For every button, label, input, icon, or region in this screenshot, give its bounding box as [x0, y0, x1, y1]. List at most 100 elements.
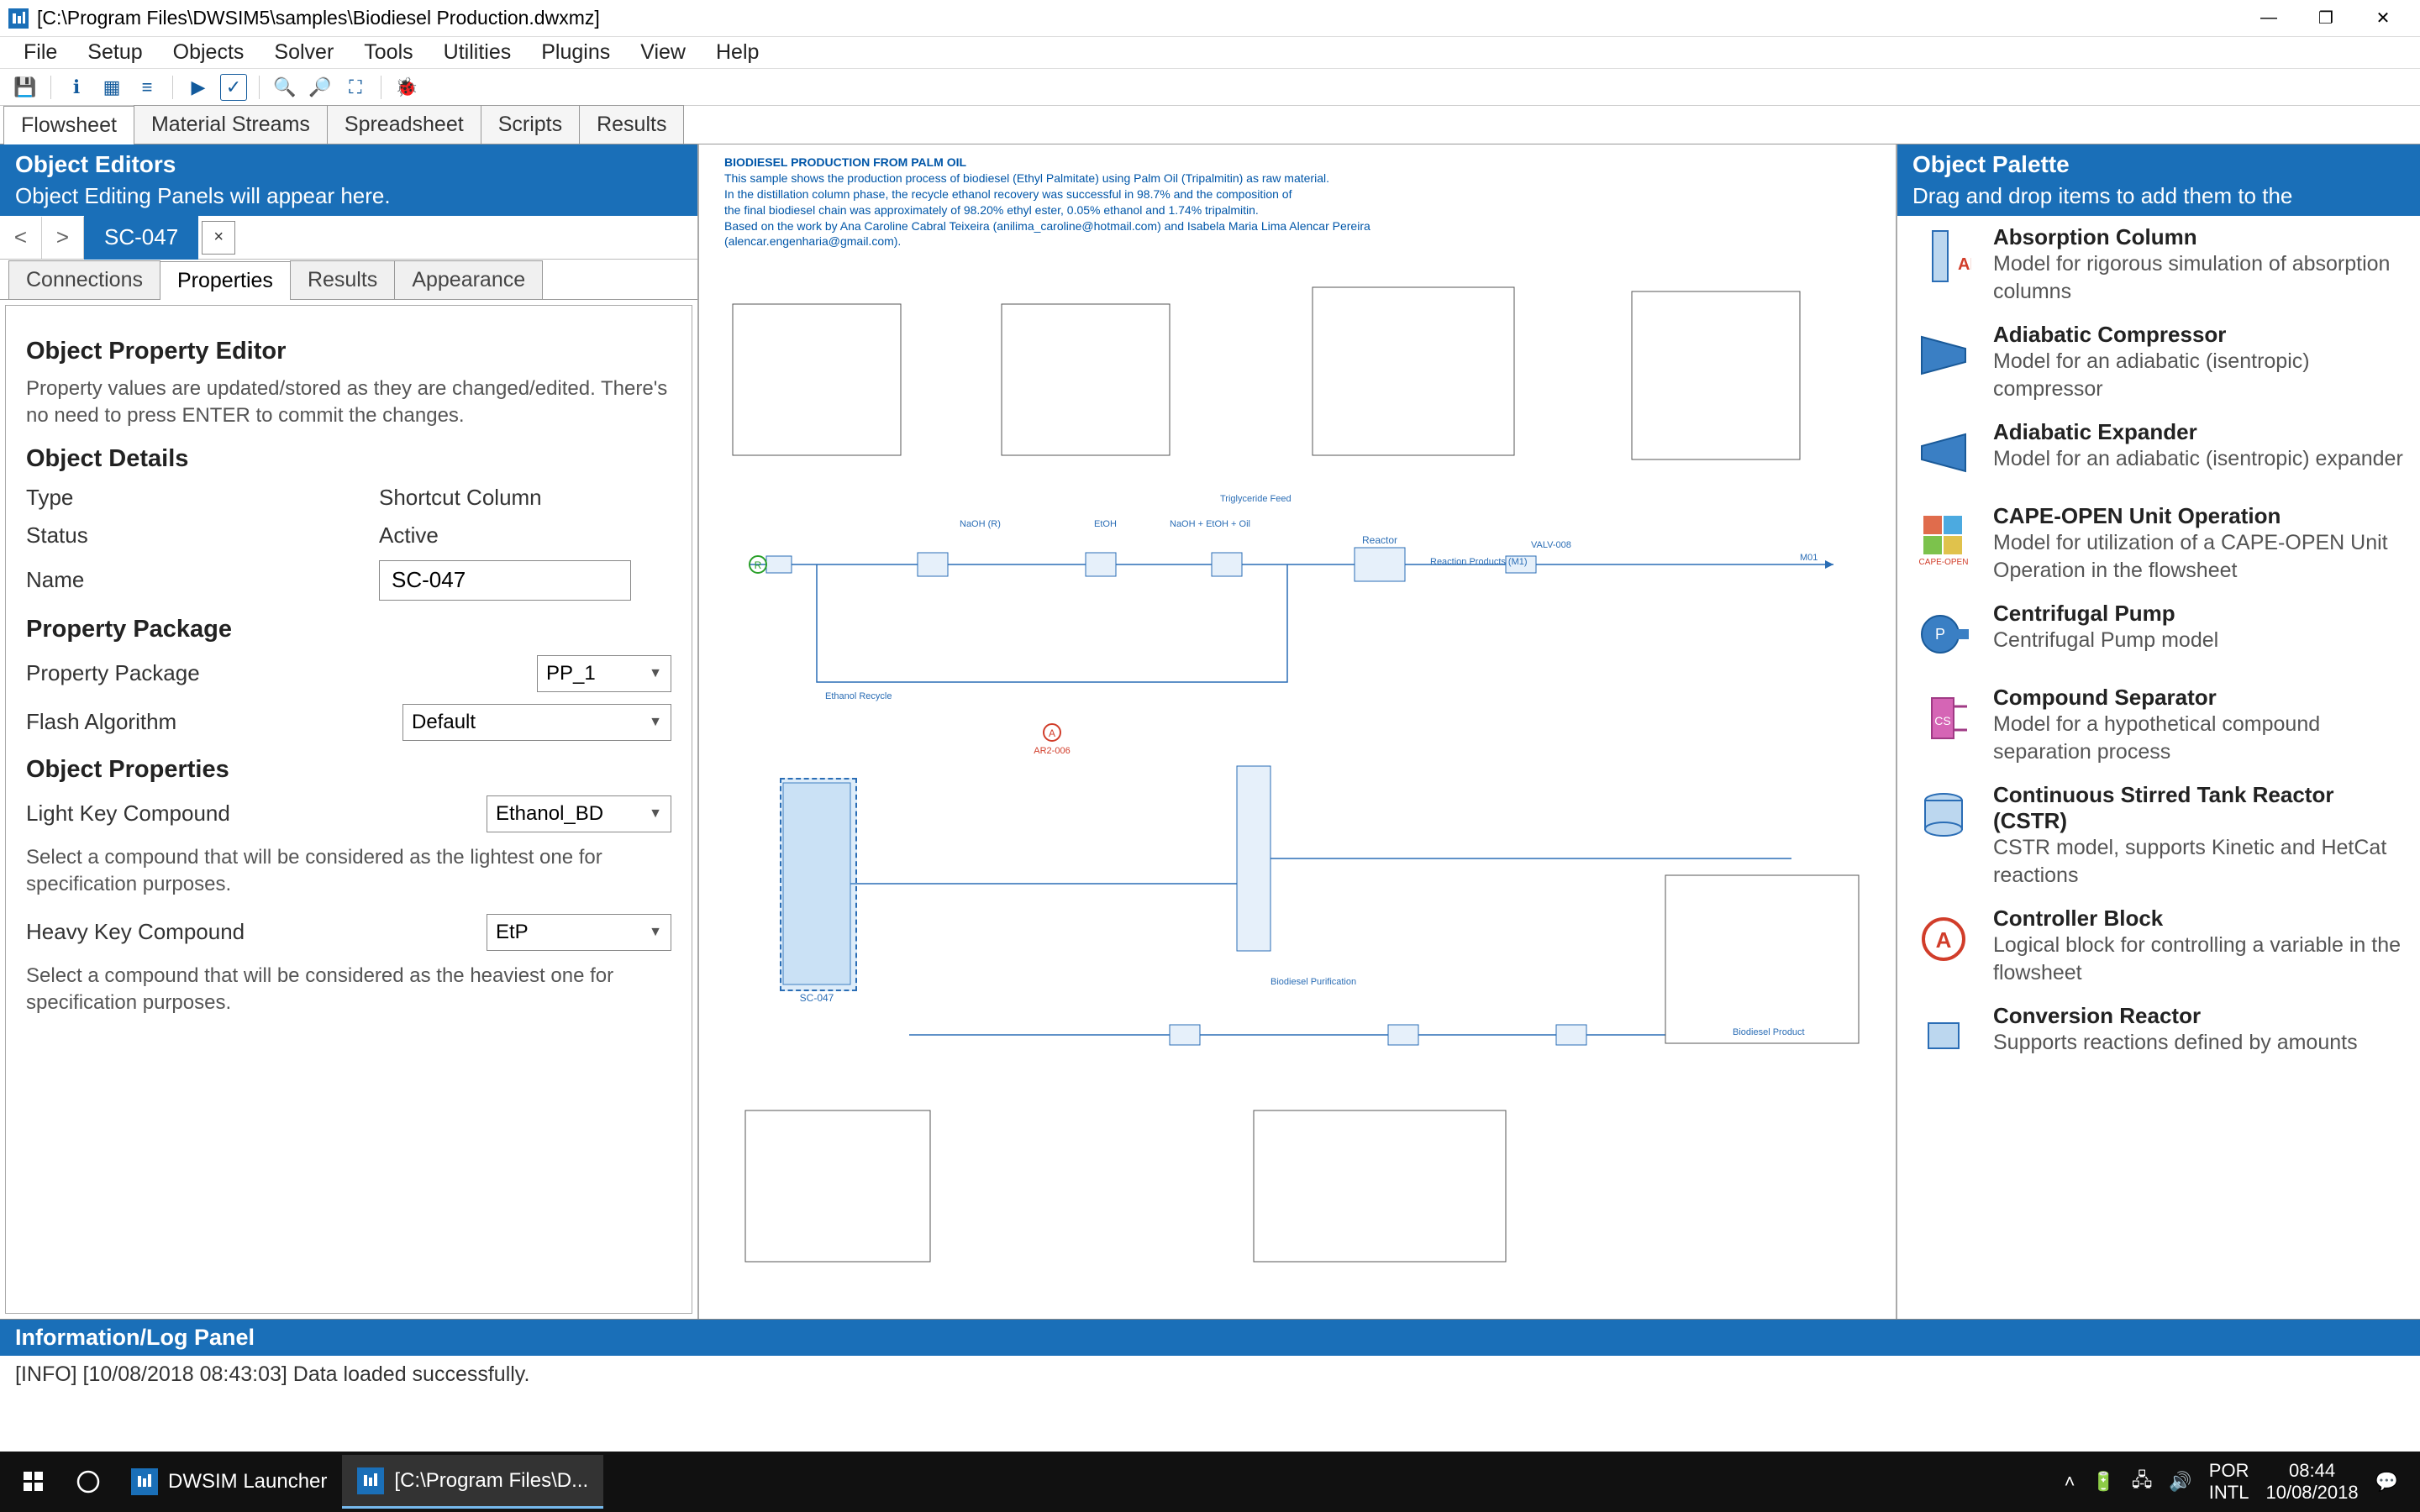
- tray-notifications-icon[interactable]: 💬: [2375, 1471, 2398, 1493]
- object-palette-panel: Object Palette Drag and drop items to ad…: [1896, 144, 2420, 1319]
- palette-subtitle: Drag and drop items to add them to the: [1912, 183, 2405, 209]
- palette-compound-separator[interactable]: CS Compound SeparatorModel for a hypothe…: [1897, 676, 2420, 774]
- start-button[interactable]: [7, 1455, 60, 1509]
- svg-text:P: P: [1935, 626, 1945, 643]
- tray-clock[interactable]: 08:4410/08/2018: [2265, 1460, 2358, 1504]
- subtab-properties[interactable]: Properties: [160, 261, 291, 300]
- object-sub-tabs: Connections Properties Results Appearanc…: [0, 260, 697, 300]
- taskbar-app-label: DWSIM Launcher: [168, 1470, 327, 1494]
- palette-adiabatic-compressor[interactable]: Adiabatic CompressorModel for an adiabat…: [1897, 313, 2420, 411]
- minimize-button[interactable]: —: [2240, 0, 2297, 37]
- section-details-title: Object Details: [26, 445, 671, 473]
- palette-title: Object Palette: [1912, 151, 2405, 178]
- menu-help[interactable]: Help: [701, 35, 774, 70]
- label-name: Name: [26, 567, 379, 593]
- palette-absorption-column[interactable]: AB Absorption ColumnModel for rigorous s…: [1897, 216, 2420, 313]
- window-title: [C:\Program Files\DWSIM5\samples\Biodies…: [37, 7, 2240, 29]
- subtab-appearance[interactable]: Appearance: [394, 260, 543, 299]
- tab-flowsheet[interactable]: Flowsheet: [3, 106, 134, 144]
- tray-chevron-up-icon[interactable]: ˄: [2065, 1471, 2075, 1493]
- svg-text:AR2-006: AR2-006: [1034, 746, 1070, 756]
- close-button[interactable]: ✕: [2354, 0, 2412, 37]
- close-object-tab[interactable]: ×: [202, 221, 235, 255]
- menu-view[interactable]: View: [625, 35, 701, 70]
- menu-solver[interactable]: Solver: [259, 35, 349, 70]
- tab-scripts[interactable]: Scripts: [481, 105, 580, 144]
- palette-controller-block[interactable]: A Controller BlockLogical block for cont…: [1897, 897, 2420, 995]
- select-flash-algorithm[interactable]: Default▼: [402, 704, 671, 741]
- cstr-icon: [1911, 782, 1978, 849]
- main-toolbar: 💾 ℹ ▦ ≡ ▶ ✓ 🔍 🔎 ⛶ 🐞: [0, 69, 2420, 106]
- menu-objects[interactable]: Objects: [158, 35, 260, 70]
- svg-text:VALV-008: VALV-008: [1531, 540, 1571, 550]
- tab-results[interactable]: Results: [579, 105, 684, 144]
- palette-adiabatic-expander[interactable]: Adiabatic ExpanderModel for an adiabatic…: [1897, 411, 2420, 495]
- tray-network-icon[interactable]: 🖧: [2132, 1466, 2153, 1498]
- play-icon[interactable]: ▶: [185, 74, 212, 101]
- tray-battery-icon[interactable]: 🔋: [2091, 1471, 2114, 1493]
- menu-utilities[interactable]: Utilities: [429, 35, 527, 70]
- app-icon: [8, 8, 29, 29]
- chevron-down-icon: ▼: [649, 925, 662, 940]
- system-tray[interactable]: ˄ 🔋 🖧 🔊 PORINTL 08:4410/08/2018 💬: [2049, 1460, 2413, 1504]
- settings-icon[interactable]: ≡: [134, 74, 160, 101]
- info-icon[interactable]: ℹ: [63, 74, 90, 101]
- property-editor-scroll[interactable]: Object Property Editor Property values a…: [5, 305, 692, 1314]
- conversion-reactor-icon: [1911, 1003, 1978, 1070]
- input-name[interactable]: [379, 560, 631, 601]
- menu-setup[interactable]: Setup: [72, 35, 157, 70]
- tab-spreadsheet[interactable]: Spreadsheet: [327, 105, 481, 144]
- svg-text:M01: M01: [1800, 553, 1818, 563]
- select-light-key[interactable]: Ethanol_BD▼: [487, 795, 671, 832]
- taskbar-app-label: [C:\Program Files\D...: [394, 1469, 588, 1493]
- palette-scroll[interactable]: AB Absorption ColumnModel for rigorous s…: [1897, 216, 2420, 1319]
- select-heavy-key[interactable]: EtP▼: [487, 914, 671, 951]
- current-object-tab[interactable]: SC-047: [84, 216, 198, 260]
- flowsheet-svg: Reactor SC-047 A AR2-006: [699, 144, 1896, 1319]
- tab-material-streams[interactable]: Material Streams: [134, 105, 328, 144]
- pump-icon: P: [1911, 601, 1978, 668]
- zoom-in-icon[interactable]: 🔍: [271, 74, 298, 101]
- selected-unit-highlight[interactable]: [780, 778, 857, 991]
- label-lk: Light Key Compound: [26, 801, 379, 827]
- tray-lang[interactable]: PORINTL: [2209, 1460, 2249, 1504]
- zoom-out-icon[interactable]: 🔎: [307, 74, 334, 101]
- svg-text:AB: AB: [1958, 255, 1971, 274]
- nav-next-button[interactable]: >: [42, 217, 84, 259]
- taskbar-app-dwsim-launcher[interactable]: DWSIM Launcher: [116, 1455, 342, 1509]
- fit-icon[interactable]: ⛶: [342, 74, 369, 101]
- select-property-package[interactable]: PP_1▼: [537, 655, 671, 692]
- cortana-button[interactable]: [60, 1455, 116, 1509]
- svg-text:SC-047: SC-047: [800, 992, 834, 1004]
- document-tabs: Flowsheet Material Streams Spreadsheet S…: [0, 106, 2420, 144]
- validate-icon[interactable]: ✓: [220, 74, 247, 101]
- nav-prev-button[interactable]: <: [0, 217, 42, 259]
- save-icon[interactable]: 💾: [12, 74, 39, 101]
- menu-file[interactable]: File: [8, 35, 72, 70]
- compressor-icon: [1911, 322, 1978, 389]
- palette-centrifugal-pump[interactable]: P Centrifugal PumpCentrifugal Pump model: [1897, 592, 2420, 676]
- section-objprops-title: Object Properties: [26, 756, 671, 784]
- expander-icon: [1911, 419, 1978, 486]
- desc-hk: Select a compound that will be considere…: [26, 963, 671, 1017]
- section-editor-desc: Property values are updated/stored as th…: [26, 375, 671, 430]
- menu-tools[interactable]: Tools: [349, 35, 428, 70]
- bug-icon[interactable]: 🐞: [393, 74, 420, 101]
- section-pp-title: Property Package: [26, 616, 671, 643]
- title-bar: [C:\Program Files\DWSIM5\samples\Biodies…: [0, 0, 2420, 37]
- grid-icon[interactable]: ▦: [98, 74, 125, 101]
- flowsheet-canvas[interactable]: BIODIESEL PRODUCTION FROM PALM OIL This …: [699, 144, 1896, 1319]
- svg-text:Ethanol Recycle: Ethanol Recycle: [825, 691, 892, 701]
- palette-cstr[interactable]: Continuous Stirred Tank Reactor (CSTR)CS…: [1897, 774, 2420, 897]
- taskbar-app-dwsim-doc[interactable]: [C:\Program Files\D...: [342, 1455, 603, 1509]
- select-fa-value: Default: [412, 711, 476, 734]
- palette-cape-open[interactable]: CAPE-OPEN CAPE-OPEN Unit OperationModel …: [1897, 495, 2420, 592]
- menu-plugins[interactable]: Plugins: [526, 35, 625, 70]
- subtab-connections[interactable]: Connections: [8, 260, 160, 299]
- maximize-button[interactable]: ❐: [2297, 0, 2354, 37]
- controller-icon: A: [1911, 906, 1978, 973]
- palette-conversion-reactor[interactable]: Conversion ReactorSupports reactions def…: [1897, 995, 2420, 1079]
- tray-volume-icon[interactable]: 🔊: [2169, 1471, 2191, 1493]
- panel-title: Object Editors: [15, 151, 682, 178]
- subtab-results[interactable]: Results: [290, 260, 395, 299]
